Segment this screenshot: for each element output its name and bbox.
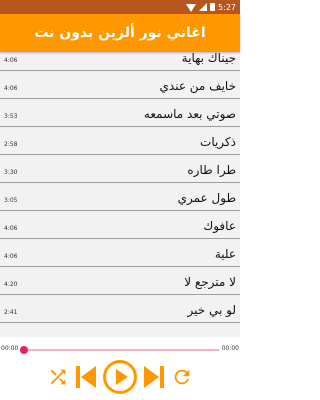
track-title: عافوك [203,219,236,233]
track-title: خايف من عندي [159,79,237,93]
signal-icon [199,3,208,11]
app-bar: اغاني نور ألزين بدون نت [0,14,240,52]
previous-icon [76,366,96,388]
track-duration: 4:06 [4,253,18,260]
track-title: لا مترجع لا [184,275,236,289]
track-title: علية [214,247,236,261]
track-row[interactable]: 2:58 ذكريات [0,127,240,155]
track-duration: 4:06 [4,57,18,64]
total-time: 00:00 [221,345,239,352]
track-row[interactable]: 4:06 جيناك بهاية [0,52,240,71]
track-duration: 4:06 [4,225,18,232]
track-row[interactable]: 3:05 طول عمري [0,183,240,211]
next-button[interactable] [142,363,166,391]
repeat-icon [174,369,190,385]
repeat-button[interactable] [170,365,194,389]
previous-button[interactable] [74,363,98,391]
player-bar: 00:00 00:00 [0,337,240,400]
status-time: 5:27 [218,2,236,12]
track-row[interactable]: 4:06 علية [0,239,240,267]
status-icons: 5:27 [186,0,236,14]
wifi-icon [186,3,197,12]
track-title: طول عمري [177,191,236,205]
track-duration: 4:20 [4,281,18,288]
seek-bar[interactable] [24,349,219,351]
track-row[interactable]: 3:53 صوتي بعد ماسمعه [0,99,240,127]
battery-icon [210,3,216,11]
seek-thumb[interactable] [20,346,28,354]
current-time: 00:00 [1,345,19,352]
track-list[interactable]: 4:06 جيناك بهاية 4:06 خايف من عندي 3:53 … [0,52,240,337]
track-duration: 3:05 [4,197,18,204]
track-title: جيناك بهاية [181,52,236,65]
track-title: ذكريات [200,135,236,149]
track-title: صوتي بعد ماسمعه [143,107,236,121]
next-icon [144,366,164,388]
track-row[interactable]: 2:41 لو بي خير [0,295,240,323]
shuffle-button[interactable] [46,365,70,389]
player-controls [0,357,240,397]
track-duration: 2:41 [4,309,18,316]
track-title: لو بي خير [187,303,237,317]
shuffle-icon [50,369,66,385]
track-duration: 3:30 [4,169,18,176]
track-row[interactable]: 3:30 طرا طاره [0,155,240,183]
play-button[interactable] [102,357,138,397]
track-duration: 4:06 [4,85,18,92]
page-title: اغاني نور ألزين بدون نت [34,25,206,41]
status-bar: 5:27 [0,0,240,14]
track-title: طرا طاره [187,163,236,177]
track-row[interactable]: 4:20 لا مترجع لا [0,267,240,295]
track-row[interactable]: 4:06 خايف من عندي [0,71,240,99]
track-duration: 2:58 [4,141,18,148]
play-icon [103,360,137,394]
track-row[interactable]: 4:06 عافوك [0,211,240,239]
track-duration: 3:53 [4,113,18,120]
